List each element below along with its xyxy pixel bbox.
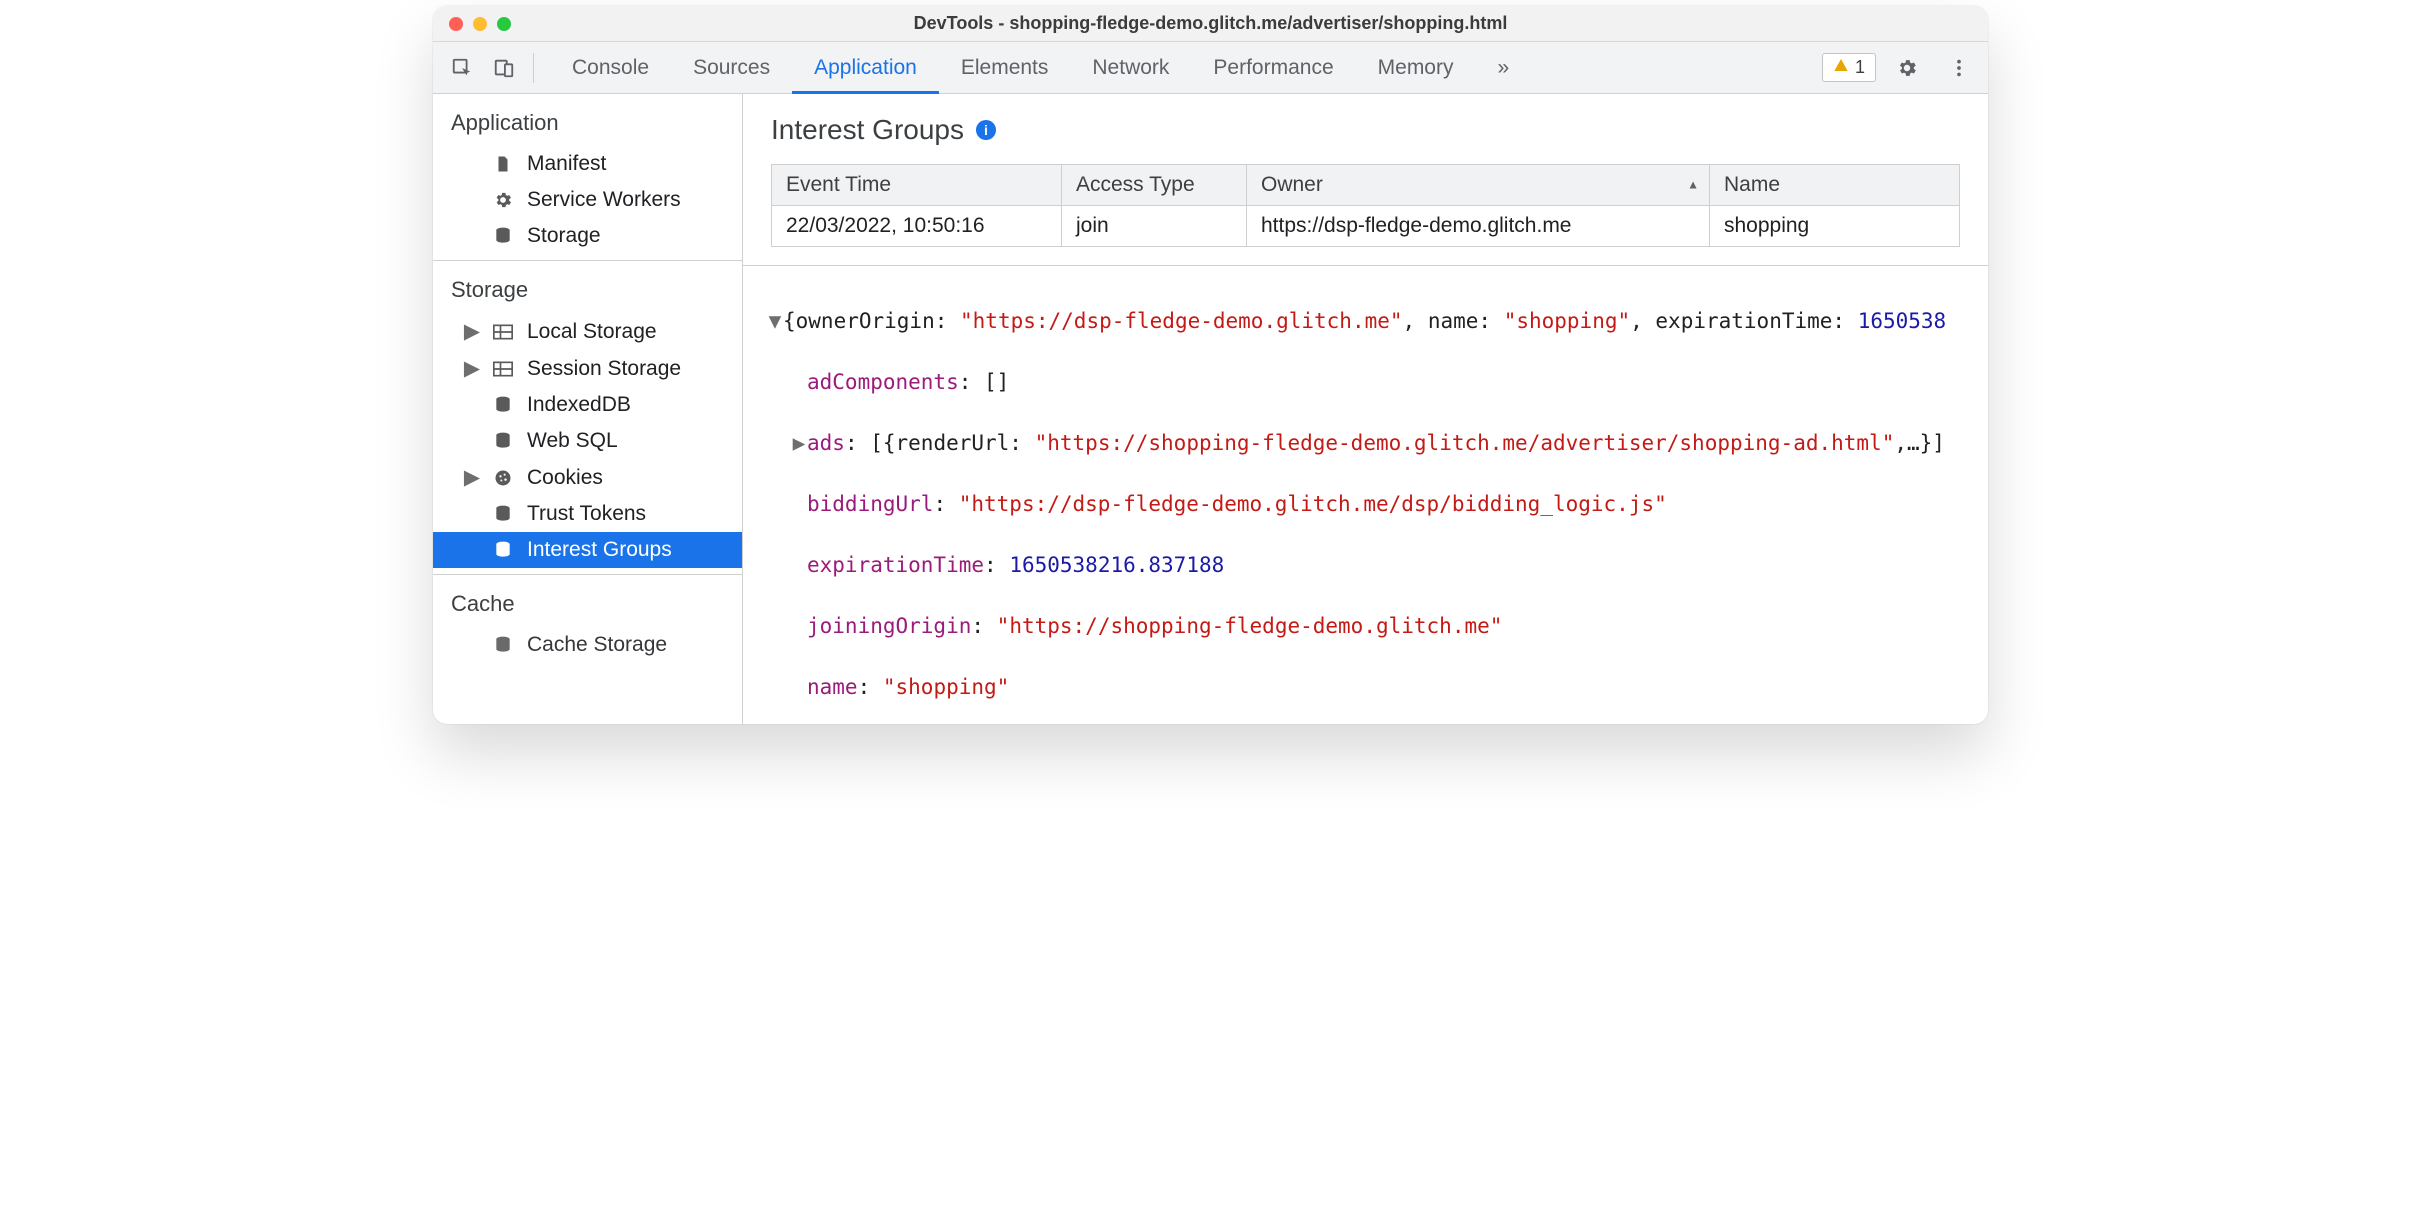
sidebar-item-indexeddb[interactable]: IndexedDB [433,387,742,423]
database-icon [491,226,515,246]
issues-warning-badge[interactable]: 1 [1822,53,1876,82]
kebab-menu-icon[interactable] [1944,53,1974,83]
col-name[interactable]: Name [1710,165,1960,206]
sidebar-item-service-workers[interactable]: Service Workers [433,182,742,218]
sidebar-item-trust-tokens[interactable]: Trust Tokens [433,496,742,532]
sidebar-item-label: Session Storage [527,357,681,381]
sidebar-item-interest-groups[interactable]: Interest Groups [433,532,742,568]
traffic-lights [449,17,511,31]
devtools-body: Application Manifest Service Workers Sto… [433,94,1988,724]
sidebar-item-label: Web SQL [527,429,618,453]
events-table: Event Time Access Type Owner▲ Name 22/03… [771,164,1960,247]
sort-indicator-icon: ▲ [1687,177,1699,191]
database-icon [491,395,515,415]
tab-console[interactable]: Console [550,42,671,93]
expand-arrow-icon[interactable]: ▶ [791,428,807,458]
tab-memory[interactable]: Memory [1356,42,1476,93]
zoom-window-button[interactable] [497,17,511,31]
cell-event-time: 22/03/2022, 10:50:16 [772,206,1062,247]
sidebar-item-label: Interest Groups [527,538,672,562]
tab-application[interactable]: Application [792,42,939,93]
database-icon [491,540,515,560]
sidebar-item-label: Manifest [527,152,606,176]
settings-gear-icon[interactable] [1892,53,1922,83]
devtools-toolbar: Console Sources Application Elements Net… [433,42,1988,94]
events-table-wrap: Event Time Access Type Owner▲ Name 22/03… [743,164,1988,247]
table-row[interactable]: 22/03/2022, 10:50:16 join https://dsp-fl… [772,206,1960,247]
tab-sources[interactable]: Sources [671,42,792,93]
application-sidebar: Application Manifest Service Workers Sto… [433,94,743,724]
database-icon [491,635,515,655]
grid-icon [491,324,515,340]
inspect-element-icon[interactable] [447,53,477,83]
cell-owner: https://dsp-fledge-demo.glitch.me [1247,206,1710,247]
info-icon[interactable]: i [976,120,996,140]
collapse-arrow-icon[interactable]: ▼ [767,306,783,336]
close-window-button[interactable] [449,17,463,31]
sidebar-item-cookies[interactable]: ▶ Cookies [433,459,742,496]
sidebar-item-local-storage[interactable]: ▶ Local Storage [433,313,742,350]
sidebar-item-session-storage[interactable]: ▶ Session Storage [433,350,742,387]
sidebar-item-label: Storage [527,224,601,248]
gear-icon [491,190,515,210]
grid-icon [491,361,515,377]
panel-title: Interest Groups [771,114,964,146]
database-icon [491,504,515,524]
window-titlebar: DevTools - shopping-fledge-demo.glitch.m… [433,6,1988,42]
tab-performance[interactable]: Performance [1191,42,1355,93]
sidebar-group-cache: Cache [433,575,742,627]
expand-arrow-icon[interactable]: ▶ [465,465,479,490]
sidebar-item-label: Trust Tokens [527,502,646,526]
panel-tabs: Console Sources Application Elements Net… [550,42,1531,93]
main-panel: Interest Groups i Event Time Access Type… [743,94,1988,724]
sidebar-item-storage[interactable]: Storage [433,218,742,254]
sidebar-item-manifest[interactable]: Manifest [433,146,742,182]
toolbar-separator [533,53,534,83]
device-toggle-icon[interactable] [489,53,519,83]
sidebar-item-label: IndexedDB [527,393,631,417]
sidebar-group-application: Application [433,94,742,146]
cell-access-type: join [1062,206,1247,247]
warning-icon [1833,57,1849,78]
col-event-time[interactable]: Event Time [772,165,1062,206]
database-icon [491,431,515,451]
tab-network[interactable]: Network [1070,42,1191,93]
sidebar-item-label: Cache Storage [527,633,667,657]
expand-arrow-icon[interactable]: ▶ [465,356,479,381]
sidebar-group-storage: Storage [433,261,742,313]
expand-arrow-icon[interactable]: ▶ [465,319,479,344]
window-title: DevTools - shopping-fledge-demo.glitch.m… [433,13,1988,34]
panel-header: Interest Groups i [743,94,1988,164]
sidebar-item-label: Service Workers [527,188,681,212]
warning-count: 1 [1855,57,1865,78]
cookie-icon [491,468,515,488]
sidebar-item-cache-storage[interactable]: Cache Storage [433,627,742,663]
tabs-overflow-button[interactable]: » [1475,42,1531,93]
object-viewer[interactable]: ▼{ownerOrigin: "https://dsp-fledge-demo.… [743,265,1988,724]
sidebar-item-label: Cookies [527,466,603,490]
sidebar-item-label: Local Storage [527,320,657,344]
cell-name: shopping [1710,206,1960,247]
sidebar-item-websql[interactable]: Web SQL [433,423,742,459]
table-header-row: Event Time Access Type Owner▲ Name [772,165,1960,206]
tab-elements[interactable]: Elements [939,42,1071,93]
minimize-window-button[interactable] [473,17,487,31]
col-owner[interactable]: Owner▲ [1247,165,1710,206]
file-icon [491,154,515,174]
col-access-type[interactable]: Access Type [1062,165,1247,206]
devtools-window: DevTools - shopping-fledge-demo.glitch.m… [433,6,1988,724]
